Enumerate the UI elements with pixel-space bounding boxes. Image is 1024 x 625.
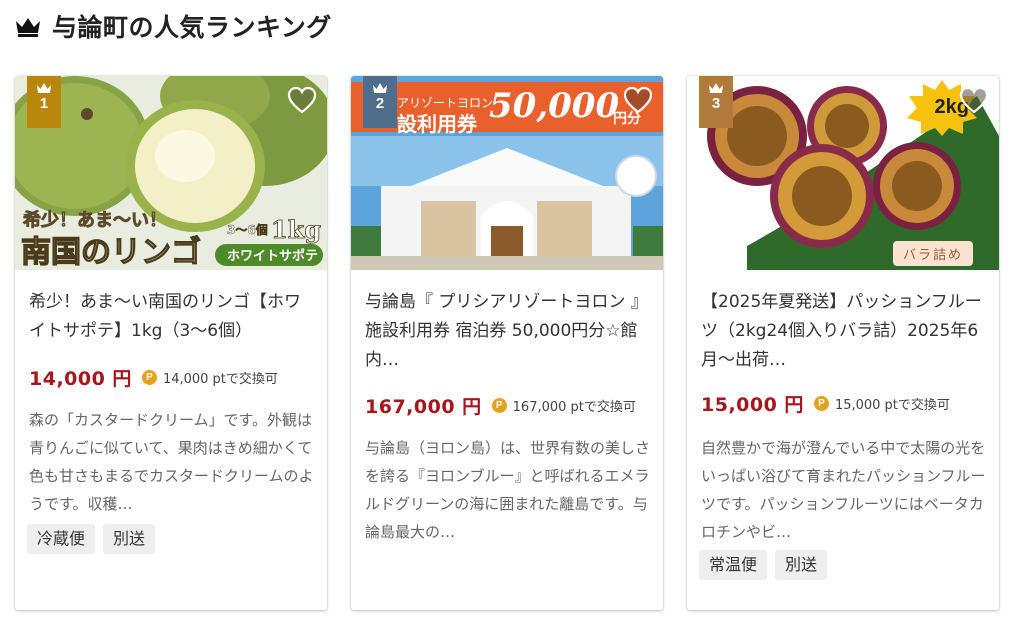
ranking-card-2[interactable]: アリゾートヨロン 設利用券 50,000 円分 2 与論島『 プリシアリゾートヨ… xyxy=(351,76,663,610)
rank-badge: 3 xyxy=(699,76,733,128)
ranking-card-3[interactable]: 2kg バラ詰め 3 【2025年夏発送】パッションフルーツ（2kg24個入りバ… xyxy=(687,76,999,610)
banner-tag: ホワイトサポテ xyxy=(227,248,318,264)
product-title[interactable]: 希少！あま〜い南国のリンゴ【ホワイトサポテ】1kg（3〜6個） xyxy=(29,288,315,346)
tag-list: 常温便 別送 xyxy=(699,550,828,580)
price: 14,000 円 xyxy=(29,368,132,390)
heart-icon[interactable] xyxy=(959,86,989,114)
product-description: 森の「カスタードクリーム」です。外観は青りんごに似ていて、果肉はきめ細かくて色も… xyxy=(29,411,314,513)
banner-line2: 設利用券 xyxy=(397,112,477,136)
crown-icon xyxy=(16,18,40,37)
product-description: 与論島（ヨロン島）は、世界有数の美しさを誇る『ヨロンブルー』と呼ばれるエメラルド… xyxy=(365,439,651,541)
small-crown-icon xyxy=(709,83,723,93)
product-image[interactable]: 2kg バラ詰め xyxy=(687,76,999,270)
rank-number: 2 xyxy=(375,95,385,112)
image-banner: 希少！あま〜い！ 南国のリンゴ 3〜6個 1kg ホワイトサポテ xyxy=(20,209,323,270)
banner-line2: 南国のリンゴ xyxy=(21,235,201,270)
rank-number: 3 xyxy=(711,95,721,112)
rank-badge: 1 xyxy=(27,76,61,128)
tag-separate-shipping: 別送 xyxy=(775,550,828,580)
section-title: 与論町の人気ランキング xyxy=(52,13,332,42)
heart-icon[interactable] xyxy=(623,86,653,114)
tag-list: 冷蔵便 別送 xyxy=(27,524,156,554)
pack-label: バラ詰め xyxy=(892,241,973,266)
image-banner: アリゾートヨロン 設利用券 50,000 円分 xyxy=(351,82,663,136)
product-image[interactable]: アリゾートヨロン 設利用券 50,000 円分 xyxy=(351,76,663,270)
point-icon: P xyxy=(813,396,829,411)
rank-number: 1 xyxy=(39,95,49,112)
tag-refrigerated: 冷蔵便 xyxy=(27,524,96,554)
small-crown-icon xyxy=(373,83,387,93)
product-title[interactable]: 与論島『 プリシアリゾートヨロン 』施設利用券 宿泊券 50,000円分☆館内… xyxy=(365,288,651,375)
banner-amount: 50,000 xyxy=(489,86,620,126)
tag-room-temperature: 常温便 xyxy=(699,550,768,580)
ranking-card-1[interactable]: 希少！あま〜い！ 南国のリンゴ 3〜6個 1kg ホワイトサポテ 1 希少！あま… xyxy=(15,76,327,610)
tag-separate-shipping: 別送 xyxy=(103,524,156,554)
points-text: 14,000 ptで交換可 xyxy=(162,372,278,387)
price-row: 15,000 円 P 15,000 ptで交換可 xyxy=(701,390,950,417)
point-icon: P xyxy=(491,398,507,413)
product-title[interactable]: 【2025年夏発送】パッションフルーツ（2kg24個入りバラ詰）2025年6月〜… xyxy=(701,288,987,375)
product-image[interactable]: 希少！あま〜い！ 南国のリンゴ 3〜6個 1kg ホワイトサポテ xyxy=(15,76,327,270)
rank-badge: 2 xyxy=(363,76,397,128)
price-row: 167,000 円 P 167,000 ptで交換可 xyxy=(365,392,636,419)
price: 167,000 円 xyxy=(365,396,482,418)
price-row: 14,000 円 P 14,000 ptで交換可 xyxy=(29,364,278,391)
product-description: 自然豊かで海が澄んでいる中で太陽の光をいっぱい浴びて育まれたパッションフルーツで… xyxy=(701,439,986,541)
banner-line1: 希少！あま〜い！ xyxy=(23,209,167,231)
banner-count: 3〜6個 xyxy=(227,222,268,237)
points-text: 167,000 ptで交換可 xyxy=(512,400,636,415)
points-text: 15,000 ptで交換可 xyxy=(834,398,950,413)
small-crown-icon xyxy=(37,83,51,93)
price: 15,000 円 xyxy=(701,394,804,416)
banner-weight: 1kg xyxy=(271,215,321,244)
ranking-header: 与論町の人気ランキング xyxy=(14,8,332,44)
point-icon: P xyxy=(141,370,157,385)
heart-icon[interactable] xyxy=(287,86,317,114)
